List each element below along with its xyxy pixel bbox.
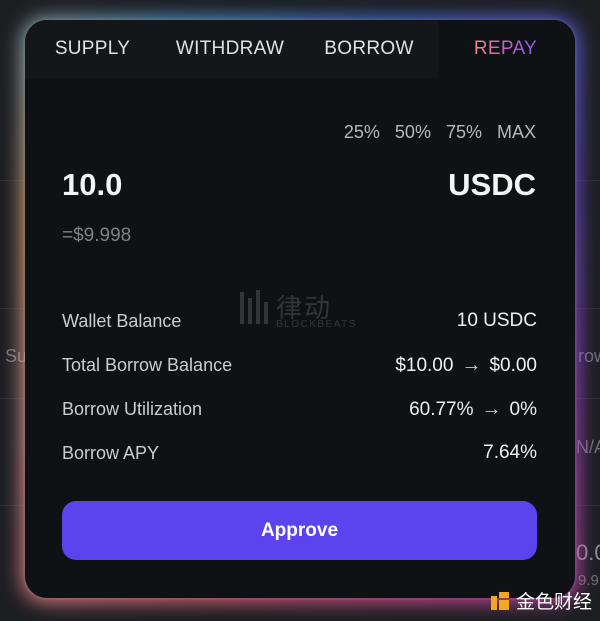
token-symbol: USDC	[448, 167, 536, 202]
bg-cell: 0.0	[576, 540, 600, 565]
info-label: Wallet Balance	[62, 310, 182, 331]
tab-label: WITHDRAW	[175, 38, 285, 59]
tab-label: BORROW	[324, 38, 414, 59]
quick-amount-selector: 25% 50% 75% MAX	[344, 122, 536, 143]
tab-repay[interactable]: REPAY	[438, 20, 575, 78]
max-button[interactable]: MAX	[497, 122, 536, 143]
approve-button[interactable]: Approve	[62, 501, 537, 560]
info-label: Total Borrow Balance	[62, 355, 233, 375]
wallet-balance-row: Wallet Balance 10 USDC	[62, 310, 537, 332]
repay-modal: SUPPLY WITHDRAW BORROW REPAY 25% 50% 75%…	[25, 20, 575, 598]
pct-50-button[interactable]: 50%	[395, 122, 431, 143]
bg-column-header: row	[578, 346, 600, 366]
borrow-apy-row: Borrow APY 7.64%	[62, 442, 537, 464]
info-value: 7.64%	[483, 442, 537, 463]
pct-75-button[interactable]: 75%	[446, 122, 482, 143]
tab-label: SUPPLY	[54, 38, 131, 59]
action-tabs: SUPPLY WITHDRAW BORROW REPAY	[25, 20, 575, 78]
arrow-right-icon: →	[461, 354, 482, 376]
pct-25-button[interactable]: 25%	[344, 122, 380, 143]
jinse-brand: 金色财经	[490, 587, 592, 614]
value-before: 60.77%	[409, 398, 474, 420]
borrow-utilization-row: Borrow Utilization 60.77% → 0%	[62, 398, 537, 421]
info-label: Borrow Utilization	[62, 399, 203, 419]
tab-supply[interactable]: SUPPLY	[25, 20, 160, 78]
info-value: $10.00 → $0.00	[395, 354, 537, 377]
info-value: 10 USDC	[456, 310, 537, 331]
value-after: $0.00	[489, 354, 537, 376]
tab-withdraw[interactable]: WITHDRAW	[160, 20, 300, 78]
jinse-logo-icon	[490, 591, 509, 610]
value-before: $10.00	[395, 354, 454, 376]
value-after: 0%	[509, 398, 537, 420]
usd-equivalent: =$9.998	[62, 225, 132, 246]
total-borrow-balance-row: Total Borrow Balance $10.00 → $0.00	[62, 354, 537, 377]
tab-label: REPAY	[473, 38, 537, 59]
info-value: 60.77% → 0%	[409, 398, 537, 421]
tab-borrow[interactable]: BORROW	[300, 20, 438, 78]
bg-cell: N/A	[576, 437, 600, 457]
amount-input[interactable]: 10.0	[62, 167, 122, 203]
brand-text: 金色财经	[515, 591, 592, 613]
arrow-right-icon: →	[481, 398, 502, 420]
info-label: Borrow APY	[62, 442, 160, 463]
